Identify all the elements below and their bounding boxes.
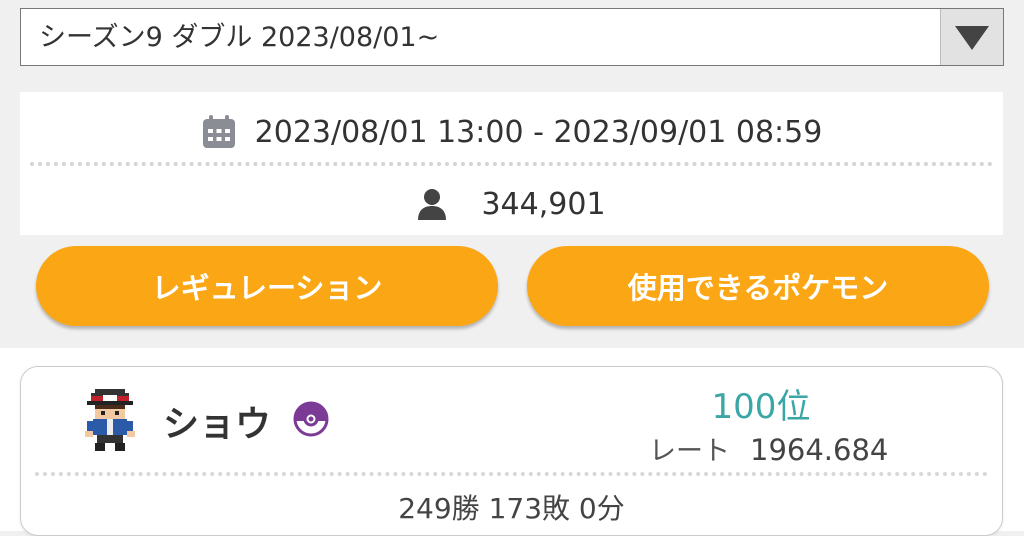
person-icon — [418, 189, 447, 220]
dropdown-triangle-icon — [955, 26, 989, 50]
win-loss-record: 249勝 173敗 0分 — [398, 492, 625, 525]
player-count-row: 344,901 — [20, 174, 1003, 234]
divider — [35, 472, 988, 476]
trainer-name: ショウ — [163, 404, 272, 445]
rate: レート 1964.684 — [649, 429, 888, 468]
regulation-button[interactable]: レギュレーション — [36, 246, 498, 326]
season-info-panel: 2023/08/01 13:00 - 2023/09/01 08:59 344,… — [20, 92, 1003, 235]
season-period: 2023/08/01 13:00 - 2023/09/01 08:59 — [254, 114, 823, 150]
rank: 100位 — [711, 387, 811, 427]
divider — [30, 162, 993, 166]
usable-pokemon-button[interactable]: 使用できるポケモン — [527, 246, 989, 326]
ranking-card[interactable]: ショウ 100位 レート 1964.684 249勝 173敗 0分 — [20, 366, 1003, 536]
trainer-avatar — [85, 389, 135, 451]
calendar-icon — [202, 115, 235, 148]
season-select[interactable]: シーズン9 ダブル 2023/08/01~ — [20, 8, 1004, 66]
season-period-row: 2023/08/01 13:00 - 2023/09/01 08:59 — [20, 102, 1003, 162]
rate-label: レート — [649, 436, 730, 467]
season-select-value: シーズン9 ダブル 2023/08/01~ — [39, 22, 440, 53]
season-select-toggle[interactable] — [940, 9, 1003, 65]
rate-value: 1964.684 — [750, 433, 889, 467]
player-count: 344,901 — [481, 186, 606, 222]
monster-ball-icon — [293, 401, 329, 437]
